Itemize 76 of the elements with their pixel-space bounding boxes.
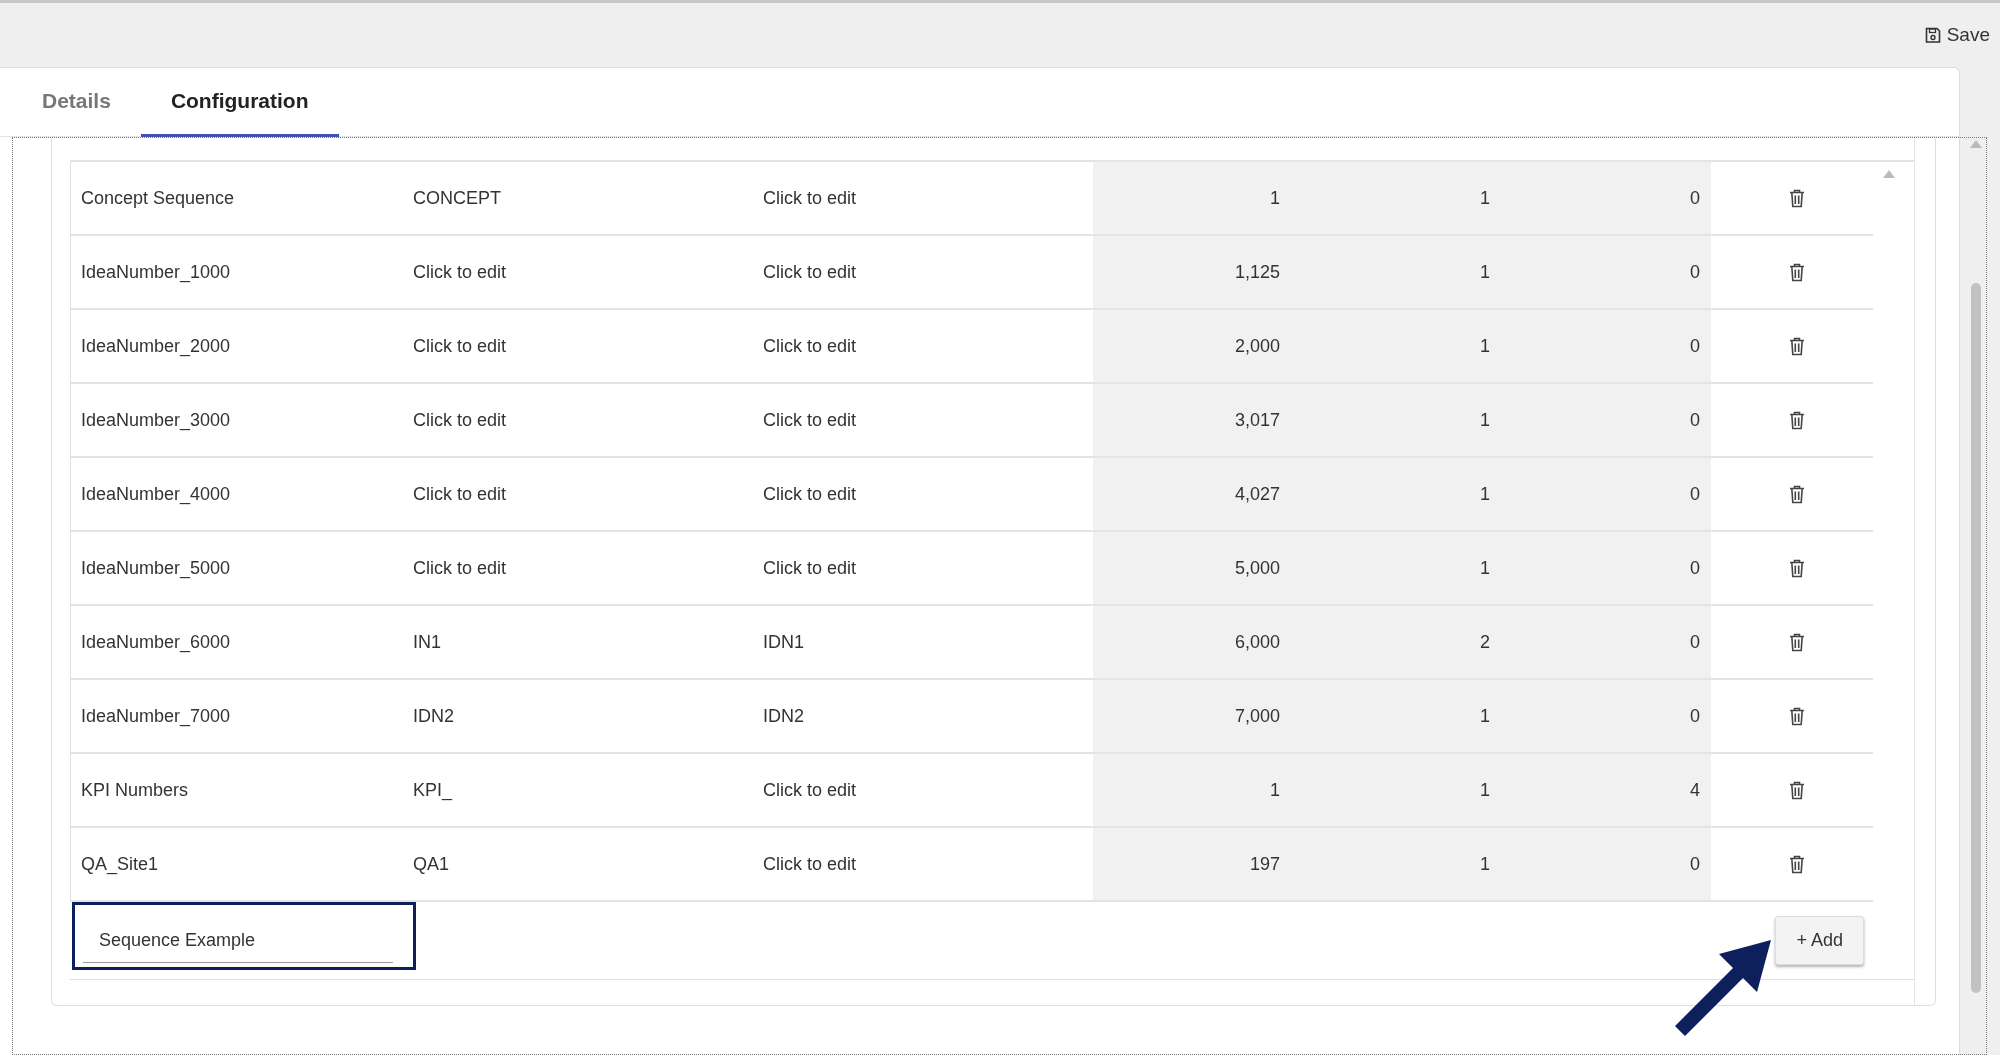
- table-cell-text: IdeaNumber_7000: [81, 704, 231, 729]
- table-cell-text: KPI Numbers: [81, 778, 189, 802]
- trash-icon[interactable]: [1789, 854, 1805, 874]
- editable-cell[interactable]: Click to edit: [763, 850, 857, 878]
- editable-cell[interactable]: IDN2: [413, 702, 454, 730]
- table-cell-text: 0: [1690, 852, 1700, 876]
- trash-icon[interactable]: [1789, 780, 1805, 800]
- table-cell-text: 1: [1480, 482, 1490, 506]
- editable-cell[interactable]: CONCEPT: [413, 184, 501, 212]
- table-cell-text: 0: [1690, 408, 1700, 432]
- table-cell-text: 1: [1480, 334, 1490, 358]
- tab[interactable]: Details: [12, 68, 141, 137]
- table-cell-text: 1: [1480, 556, 1490, 580]
- table-cell-text: 0: [1690, 630, 1700, 654]
- trash-icon[interactable]: [1789, 336, 1805, 356]
- table-cell-text: 1: [1480, 778, 1490, 802]
- table-cell-text: 4,027: [1234, 482, 1280, 506]
- save-label: Save: [1946, 22, 1990, 47]
- editable-cell[interactable]: Click to edit: [763, 258, 857, 286]
- editable-cell[interactable]: KPI_: [413, 776, 453, 804]
- table-cell-text: QA_Site1: [81, 852, 159, 877]
- table-cell-text: IdeaNumber_1000: [81, 260, 231, 285]
- trash-icon[interactable]: [1789, 632, 1805, 652]
- trash-icon[interactable]: [1789, 558, 1805, 578]
- table-cell-text: 1: [1270, 778, 1280, 802]
- trash-icon[interactable]: [1789, 706, 1805, 726]
- editable-cell[interactable]: QA1: [413, 850, 450, 878]
- table-cell-text: Concept Sequence: [81, 186, 235, 210]
- table-cell-text: 2,000: [1234, 334, 1280, 358]
- table-cell-text: IdeaNumber_4000: [81, 482, 231, 507]
- trash-icon[interactable]: [1789, 188, 1805, 208]
- table-cell-text: 1: [1480, 260, 1490, 284]
- tab[interactable]: Configuration: [140, 68, 339, 137]
- editable-cell[interactable]: Click to edit: [763, 480, 857, 508]
- editable-cell[interactable]: IDN1: [763, 628, 804, 656]
- editable-cell[interactable]: Click to edit: [413, 406, 507, 434]
- table-cell-text: 3,017: [1234, 408, 1280, 432]
- table-cell-text: IdeaNumber_2000: [81, 334, 231, 359]
- table-cell-text: 0: [1690, 334, 1700, 358]
- table-cell-text: 0: [1690, 556, 1700, 580]
- editable-cell[interactable]: Click to edit: [413, 554, 507, 582]
- table-cell-text: 5,000: [1234, 556, 1280, 580]
- table-cell-text: 0: [1690, 260, 1700, 284]
- editable-cell[interactable]: IDN2: [763, 702, 804, 730]
- editable-cell[interactable]: Click to edit: [763, 776, 857, 804]
- editable-cell[interactable]: Click to edit: [413, 332, 507, 360]
- table-cell-text: 1: [1480, 186, 1490, 210]
- table-cell-text: 6,000: [1234, 630, 1280, 654]
- editable-cell[interactable]: IN1: [413, 628, 441, 656]
- table-cell-text: 7,000: [1234, 704, 1280, 728]
- editable-cell[interactable]: Click to edit: [413, 258, 507, 286]
- editable-cell[interactable]: Click to edit: [413, 480, 507, 508]
- table-cell-text: 0: [1690, 186, 1700, 210]
- trash-icon[interactable]: [1789, 484, 1805, 504]
- editable-cell[interactable]: Click to edit: [763, 332, 857, 360]
- table-cell-text: 0: [1690, 482, 1700, 506]
- trash-icon[interactable]: [1789, 410, 1805, 430]
- scrollbar-thumb[interactable]: [1971, 283, 1981, 993]
- table-cell-text: IdeaNumber_3000: [81, 408, 231, 433]
- editable-cell[interactable]: Click to edit: [763, 406, 857, 434]
- add-button[interactable]: + Add: [1775, 916, 1864, 965]
- table-cell-text: IdeaNumber_6000: [81, 630, 231, 655]
- table-cell-text: IdeaNumber_5000: [81, 556, 231, 581]
- table-cell-text: 1: [1480, 704, 1490, 728]
- table-cell-text: 0: [1690, 704, 1700, 728]
- table-cell-text: 1: [1480, 852, 1490, 876]
- table-cell-text: 4: [1690, 778, 1700, 802]
- editable-cell[interactable]: Click to edit: [763, 184, 857, 212]
- trash-icon[interactable]: [1789, 262, 1805, 282]
- table-cell-text: 1: [1480, 408, 1490, 432]
- save-button[interactable]: Save: [1924, 20, 1990, 50]
- table-cell-text: 197: [1249, 852, 1280, 876]
- table-cell-text: 2: [1480, 630, 1490, 654]
- editable-cell[interactable]: Click to edit: [763, 554, 857, 582]
- table-cell-text: 1,125: [1234, 260, 1280, 284]
- table-cell-text: 1: [1270, 186, 1280, 210]
